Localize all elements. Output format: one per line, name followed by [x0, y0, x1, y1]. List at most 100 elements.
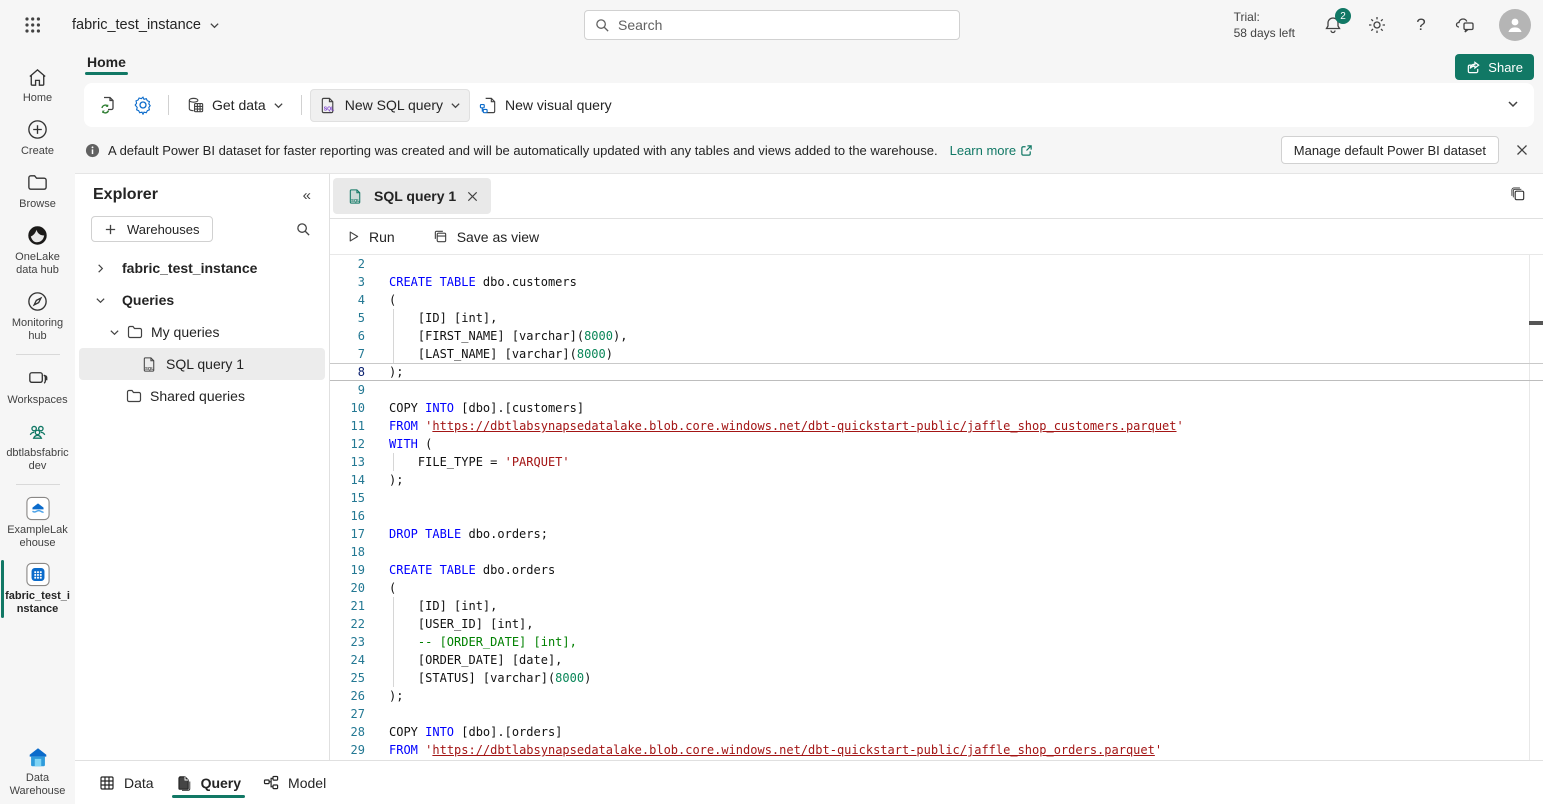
tree-item-shared-queries[interactable]: Shared queries: [79, 380, 325, 412]
refresh-button[interactable]: [92, 88, 126, 122]
app-launcher-icon[interactable]: [24, 15, 44, 35]
tree-item-queries[interactable]: Queries: [79, 284, 325, 316]
chevron-right-icon: [95, 263, 107, 274]
code-line-25[interactable]: 25 [STATUS] [varchar](8000): [330, 669, 1543, 687]
code-line-28[interactable]: 28COPY INTO [dbo].[orders]: [330, 723, 1543, 741]
rail-item-onelake-data-hub[interactable]: OneLake data hub: [0, 217, 75, 283]
new-visual-query-button[interactable]: New visual query: [470, 89, 621, 122]
workspace-switcher[interactable]: fabric_test_instance: [72, 17, 220, 33]
manage-default-dataset-button[interactable]: Manage default Power BI dataset: [1281, 136, 1499, 164]
sql-editor[interactable]: 23CREATE TABLE dbo.customers4(5 [ID] [in…: [330, 255, 1543, 760]
code-line-29[interactable]: 29FROM 'https://dbtlabsynapsedatalake.bl…: [330, 741, 1543, 759]
code-line-23[interactable]: 23 -- [ORDER_DATE] [int],: [330, 633, 1543, 651]
rail-item-create[interactable]: Create: [0, 111, 75, 164]
code-text: FILE_TYPE = 'PARQUET': [365, 453, 570, 471]
line-number: 7: [330, 345, 365, 363]
plus-icon: [104, 223, 117, 236]
code-line-8[interactable]: 8);: [330, 363, 1543, 381]
code-line-19[interactable]: 19CREATE TABLE dbo.orders: [330, 561, 1543, 579]
explorer-tree: fabric_test_instance Queries My queries: [75, 252, 329, 412]
line-number: 17: [330, 525, 365, 543]
code-line-22[interactable]: 22 [USER_ID] [int],: [330, 615, 1543, 633]
tab-query[interactable]: Query: [172, 765, 245, 800]
rail-item-workspaces[interactable]: Workspaces: [0, 360, 75, 413]
nav-rail: Home Create BrowseOneLake data hubMonitori…: [0, 50, 75, 804]
duplicate-pane-icon[interactable]: [1510, 186, 1527, 203]
tab-label: SQL query 1: [374, 188, 456, 204]
code-text: [365, 381, 389, 399]
tab-sql-query-1[interactable]: SQL SQL query 1: [333, 178, 491, 214]
rail-item-browse[interactable]: Browse: [0, 164, 75, 217]
new-sql-query-button[interactable]: SQL New SQL query: [310, 89, 470, 122]
close-tab-button[interactable]: [466, 190, 479, 203]
code-line-15[interactable]: 15: [330, 489, 1543, 507]
code-line-9[interactable]: 9: [330, 381, 1543, 399]
people-icon: [26, 420, 50, 444]
close-icon: [466, 190, 479, 203]
code-line-21[interactable]: 21 [ID] [int],: [330, 597, 1543, 615]
run-button[interactable]: Run: [347, 229, 395, 245]
code-line-18[interactable]: 18: [330, 543, 1543, 561]
chevron-down-icon: [109, 327, 121, 338]
code-line-12[interactable]: 12WITH (: [330, 435, 1543, 453]
code-text: [365, 255, 389, 273]
search-input[interactable]: Search: [584, 10, 960, 40]
warehouse-settings-button[interactable]: [126, 88, 160, 122]
code-line-10[interactable]: 10COPY INTO [dbo].[customers]: [330, 399, 1543, 417]
tree-item-my-queries[interactable]: My queries: [79, 316, 325, 348]
query-document-icon: [176, 775, 192, 791]
new-warehouse-button[interactable]: Warehouses: [91, 216, 213, 242]
code-line-20[interactable]: 20(: [330, 579, 1543, 597]
tree-item-label: Queries: [122, 292, 174, 308]
feedback-icon: [1455, 15, 1475, 35]
tree-item-warehouse[interactable]: fabric_test_instance: [79, 252, 325, 284]
code-line-27[interactable]: 27: [330, 705, 1543, 723]
line-number: 13: [330, 453, 365, 471]
banner-close-button[interactable]: [1511, 139, 1533, 161]
settings-button[interactable]: [1367, 15, 1387, 35]
get-data-button[interactable]: Get data: [177, 89, 293, 122]
code-line-11[interactable]: 11FROM 'https://dbtlabsynapsedatalake.bl…: [330, 417, 1543, 435]
code-line-2[interactable]: 2: [330, 255, 1543, 273]
datawarehouse-icon: [26, 745, 50, 769]
rail-item-label: Create: [21, 145, 54, 158]
code-line-3[interactable]: 3CREATE TABLE dbo.customers: [330, 273, 1543, 291]
rail-item-home[interactable]: Home: [0, 58, 75, 111]
save-as-view-button[interactable]: Save as view: [433, 229, 539, 245]
code-line-13[interactable]: 13 FILE_TYPE = 'PARQUET': [330, 453, 1543, 471]
help-button[interactable]: ?: [1411, 15, 1431, 35]
code-line-4[interactable]: 4(: [330, 291, 1543, 309]
line-number: 27: [330, 705, 365, 723]
collapse-explorer-button[interactable]: «: [303, 187, 311, 204]
line-number: 26: [330, 687, 365, 705]
collapse-ribbon-button[interactable]: [1506, 97, 1520, 111]
rail-item-dbtlabsfabricdev[interactable]: dbtlabsfabricdev: [0, 413, 75, 479]
code-line-24[interactable]: 24 [ORDER_DATE] [date],: [330, 651, 1543, 669]
rail-divider: [16, 354, 60, 355]
code-line-17[interactable]: 17DROP TABLE dbo.orders;: [330, 525, 1543, 543]
learn-more-link[interactable]: Learn more: [950, 143, 1033, 158]
tab-model[interactable]: Model: [259, 765, 330, 800]
code-line-6[interactable]: 6 [FIRST_NAME] [varchar](8000),: [330, 327, 1543, 345]
code-line-7[interactable]: 7 [LAST_NAME] [varchar](8000): [330, 345, 1543, 363]
code-line-5[interactable]: 5 [ID] [int],: [330, 309, 1543, 327]
chevron-down-icon: [1506, 97, 1520, 111]
search-icon[interactable]: [296, 222, 311, 237]
share-button[interactable]: Share: [1455, 54, 1534, 80]
feedback-button[interactable]: [1455, 15, 1475, 35]
account-avatar[interactable]: [1499, 9, 1531, 41]
code-text: );: [365, 471, 403, 489]
code-line-14[interactable]: 14);: [330, 471, 1543, 489]
tree-item-sql-query-1[interactable]: SQL SQL query 1: [79, 348, 325, 380]
rail-item-examplelakehouse[interactable]: ExampleLakehouse: [0, 490, 75, 556]
tab-data[interactable]: Data: [95, 765, 158, 800]
rail-item-fabric-test-instance[interactable]: fabric_test_instance: [0, 556, 75, 622]
code-line-16[interactable]: 16: [330, 507, 1543, 525]
line-number: 20: [330, 579, 365, 597]
monitoring-icon: [26, 290, 50, 314]
notifications-button[interactable]: 2: [1323, 15, 1343, 35]
tab-home[interactable]: Home: [85, 50, 128, 76]
rail-item-data-warehouse[interactable]: Data Warehouse: [0, 738, 75, 804]
rail-item-monitoring-hub[interactable]: Monitoring hub: [0, 283, 75, 349]
code-line-26[interactable]: 26);: [330, 687, 1543, 705]
